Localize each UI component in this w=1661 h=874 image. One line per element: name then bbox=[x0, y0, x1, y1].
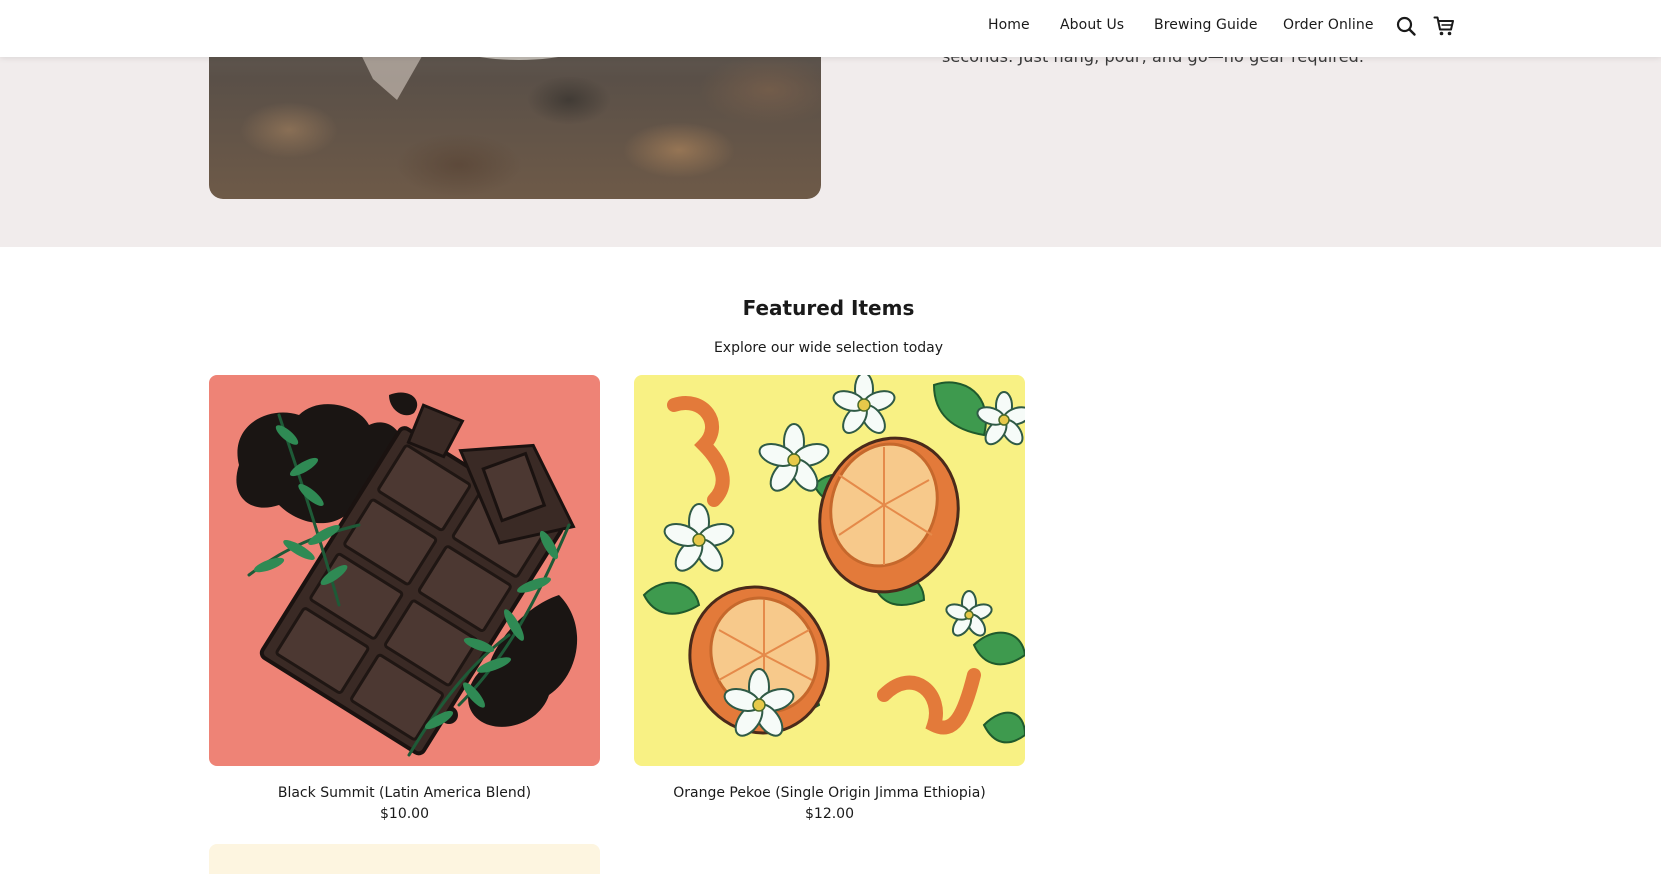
cart-icon[interactable] bbox=[1433, 15, 1455, 37]
nav-link-home[interactable]: Home bbox=[988, 17, 1030, 33]
nav-link-about-us[interactable]: About Us bbox=[1060, 17, 1124, 33]
top-navigation-bar: Home About Us Brewing Guide Order Online bbox=[0, 0, 1661, 57]
product-price: $12.00 bbox=[805, 806, 854, 822]
product-card-orange-pekoe[interactable]: Orange Pekoe (Single Origin Jimma Ethiop… bbox=[634, 375, 1025, 822]
featured-section-subtitle: Explore our wide selection today bbox=[713, 340, 944, 356]
product-image-black-summit[interactable] bbox=[209, 375, 600, 766]
product-image-orange-pekoe[interactable] bbox=[634, 375, 1025, 766]
nav-link-order-online[interactable]: Order Online bbox=[1283, 17, 1374, 33]
product-name[interactable]: Black Summit (Latin America Blend) bbox=[209, 785, 600, 801]
product-name[interactable]: Orange Pekoe (Single Origin Jimma Ethiop… bbox=[634, 785, 1025, 801]
nav-link-brewing-guide[interactable]: Brewing Guide bbox=[1154, 17, 1258, 33]
search-icon[interactable] bbox=[1395, 15, 1417, 37]
product-card-partial[interactable] bbox=[209, 844, 600, 874]
product-card-black-summit[interactable]: Black Summit (Latin America Blend) $10.0… bbox=[209, 375, 600, 822]
product-price: $10.00 bbox=[380, 806, 429, 822]
featured-section-title: Featured Items bbox=[742, 296, 915, 320]
